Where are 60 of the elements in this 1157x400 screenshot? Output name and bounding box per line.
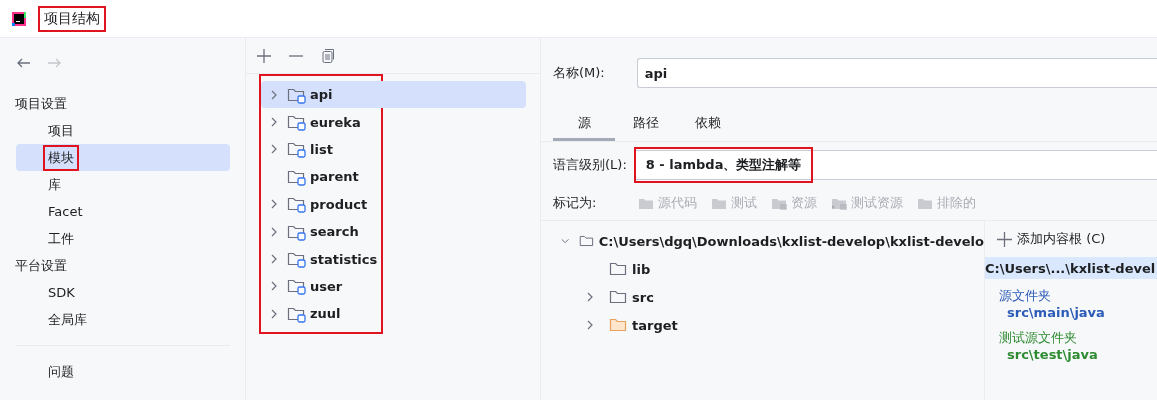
content-root-path[interactable]: C:\Users\...\kxlist-devel	[985, 257, 1157, 279]
folder-group-title: 源文件夹	[999, 287, 1052, 305]
tree-item[interactable]: C:\Users\dgq\Downloads\kxlist-develop\kxlist-develo	[541, 227, 984, 255]
name-field[interactable]: api	[636, 58, 1157, 88]
add-icon	[997, 231, 1012, 247]
module-folder-icon	[287, 277, 307, 296]
field-label: 名称(M):	[553, 64, 605, 82]
module-item[interactable]: list	[261, 135, 526, 164]
module-item[interactable]: product	[261, 190, 526, 218]
chevron-right-icon[interactable]	[585, 320, 595, 330]
sidebar-item[interactable]: 全局库	[16, 306, 230, 333]
window-title: 项目结构	[38, 5, 106, 32]
module-item[interactable]: user	[261, 272, 526, 301]
folder-path: src\main\java	[1007, 305, 1106, 321]
tab[interactable]: 源	[553, 108, 615, 141]
sidebar-item[interactable]: Facet	[16, 198, 230, 225]
field-label: 语言级别(L):	[553, 156, 627, 174]
add-content-root-button[interactable]: 添加内容根 (C)	[985, 221, 1106, 257]
tab[interactable]: 依赖	[677, 108, 739, 141]
chevron-right-icon[interactable]	[269, 144, 279, 155]
chevron-right-icon[interactable]	[585, 292, 595, 302]
module-folder-icon	[287, 195, 307, 214]
module-item[interactable]: eureka	[261, 108, 526, 136]
module-folder-icon	[287, 140, 307, 159]
copy-icon[interactable]	[320, 47, 336, 64]
sidebar-item[interactable]: 问题	[16, 358, 230, 385]
sidebar-item[interactable]: 工件	[16, 225, 230, 252]
chevron-right-icon[interactable]	[269, 226, 279, 237]
folder-icon	[609, 260, 629, 278]
sidebar-item[interactable]: 库	[16, 171, 230, 198]
section-heading: 项目设置	[14, 94, 68, 113]
language-level-dropdown[interactable]: 8 - lambda、类型注解等	[634, 150, 1157, 180]
folder-path: src\test\java	[1007, 347, 1099, 363]
chevron-right-icon[interactable]	[269, 89, 279, 100]
module-folder-icon	[287, 250, 307, 269]
section-heading: 平台设置	[14, 256, 68, 275]
module-item[interactable]: api	[261, 81, 526, 109]
module-item[interactable]: parent	[261, 163, 526, 191]
tab[interactable]: 路径	[615, 108, 677, 141]
folder-icon	[609, 316, 629, 334]
module-item[interactable]: search	[261, 217, 526, 246]
folder-group-title: 测试源文件夹	[999, 329, 1078, 347]
chevron-right-icon[interactable]	[269, 117, 279, 128]
chevron-right-icon[interactable]	[269, 199, 279, 210]
tree-item[interactable]: src	[541, 283, 984, 311]
chevron-right-icon[interactable]	[269, 254, 279, 265]
chevron-right-icon[interactable]	[269, 308, 279, 319]
field-label: 标记为:	[553, 194, 597, 212]
sidebar-item[interactable]: 模块	[16, 144, 230, 171]
module-folder-icon	[287, 113, 307, 132]
app-logo	[10, 9, 28, 28]
tree-item[interactable]: lib	[541, 255, 984, 283]
folder-icon	[609, 288, 629, 306]
add-icon[interactable]	[256, 47, 272, 64]
module-item[interactable]: statistics	[261, 245, 526, 273]
sidebar-item[interactable]: 项目	[16, 117, 230, 144]
sidebar-item[interactable]: SDK	[16, 279, 230, 306]
chevron-right-icon[interactable]	[269, 281, 279, 292]
tree-item[interactable]: target	[541, 311, 984, 339]
module-item[interactable]: zuul	[261, 300, 526, 328]
